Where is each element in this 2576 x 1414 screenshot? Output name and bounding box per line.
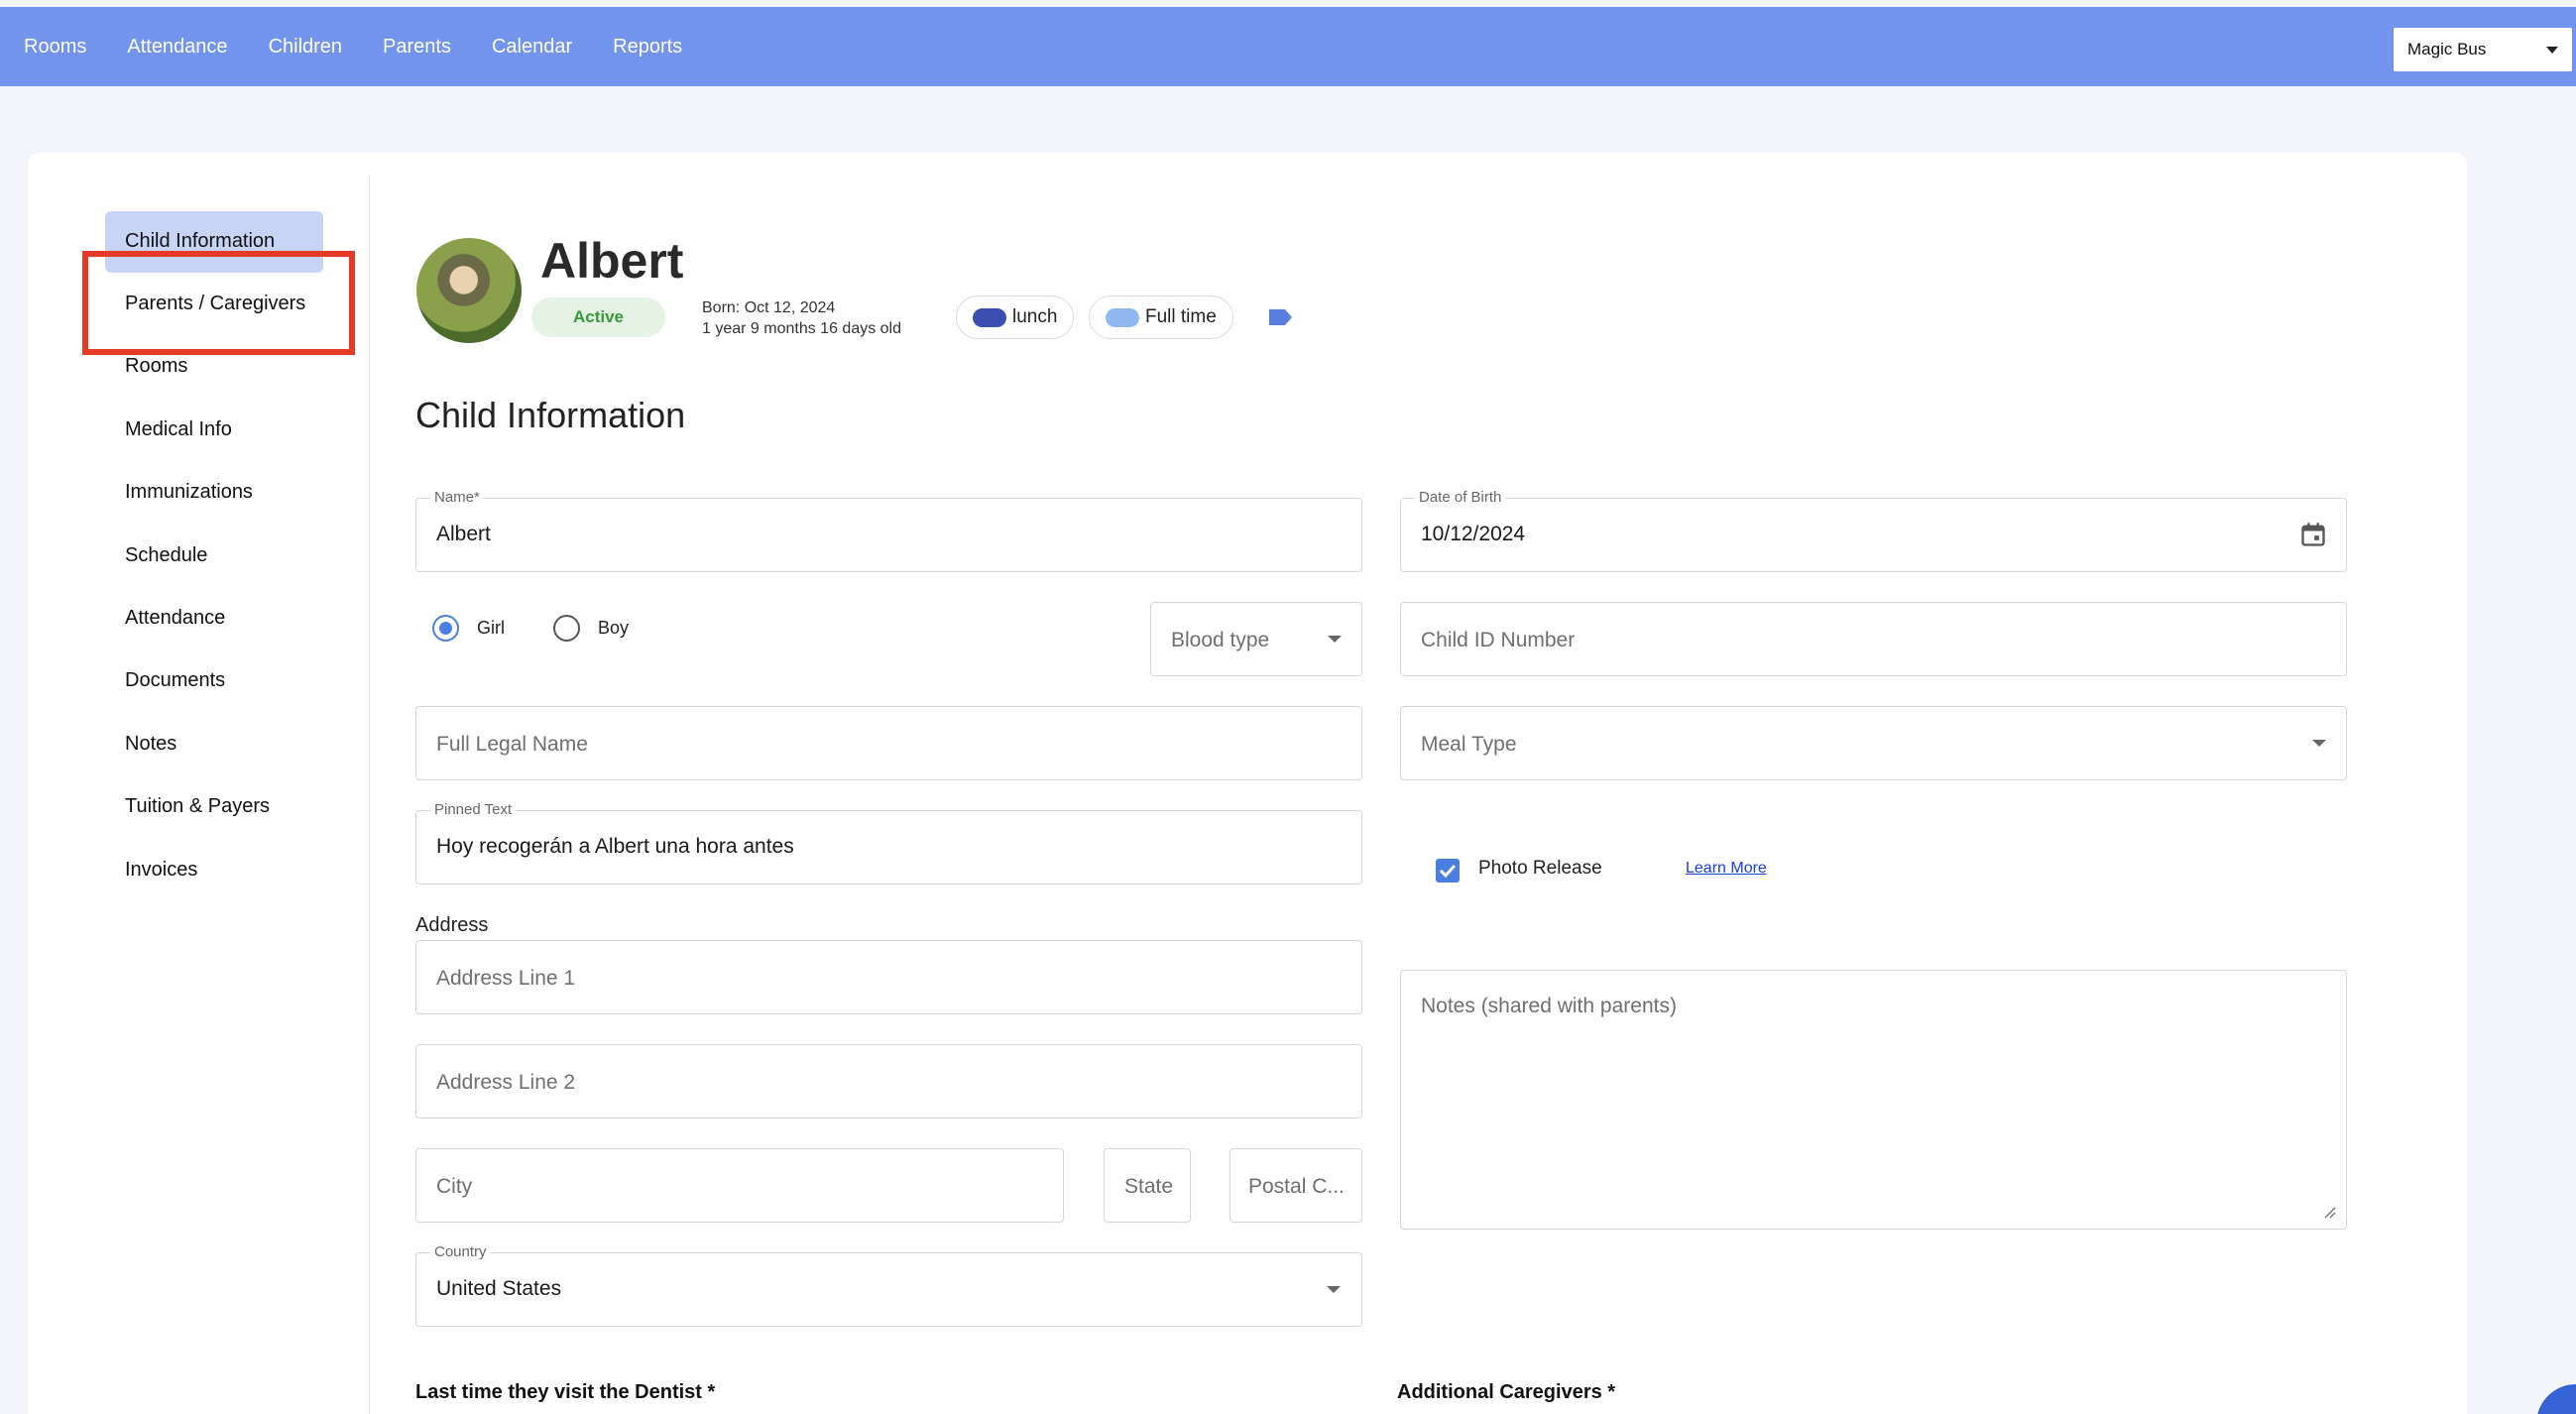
photo-release-label: Photo Release [1478, 858, 1602, 879]
country-label: Country [430, 1243, 491, 1260]
tag-color-dot [973, 307, 1006, 327]
pinned-text-field[interactable]: Pinned Text Hoy recogerán a Albert una h… [415, 801, 1362, 884]
resize-handle-icon[interactable] [2320, 1203, 2336, 1219]
child-id-field[interactable]: Child ID Number [1400, 602, 2347, 676]
sidebar-item-rooms[interactable]: Rooms [125, 355, 187, 378]
gender-radio-boy[interactable] [553, 615, 580, 642]
meal-type-placeholder: Meal Type [1421, 733, 1517, 756]
nav-attendance[interactable]: Attendance [127, 36, 227, 59]
organization-select-value: Magic Bus [2407, 40, 2487, 59]
chevron-down-icon [2312, 740, 2326, 747]
sidebar-item-immunizations[interactable]: Immunizations [125, 481, 253, 504]
child-id-placeholder: Child ID Number [1421, 629, 1576, 651]
status-badge: Active [531, 297, 665, 337]
calendar-icon[interactable] [2299, 521, 2327, 548]
gender-radio-girl[interactable] [432, 615, 459, 642]
notes-placeholder: Notes (shared with parents) [1421, 995, 1677, 1017]
sidebar-divider [369, 177, 370, 1414]
full-legal-name-field[interactable]: Full Legal Name [415, 706, 1362, 780]
date-of-birth-label: Date of Birth [1415, 489, 1506, 506]
address-line1-placeholder: Address Line 1 [436, 967, 576, 990]
nav-rooms[interactable]: Rooms [24, 36, 86, 59]
tag-label: lunch [1012, 306, 1058, 327]
chevron-down-icon [1328, 636, 1342, 643]
learn-more-link[interactable]: Learn More [1686, 860, 1767, 878]
state-placeholder: State [1124, 1175, 1174, 1198]
photo-release-checkbox[interactable] [1436, 859, 1460, 883]
label-icon[interactable] [1267, 308, 1293, 326]
date-of-birth-field[interactable]: Date of Birth 10/12/2024 [1400, 489, 2347, 572]
sidebar-item-documents[interactable]: Documents [125, 669, 225, 692]
name-field[interactable]: Name* Albert [415, 489, 1362, 572]
notes-textarea[interactable]: Notes (shared with parents) [1400, 970, 2347, 1230]
blood-type-placeholder: Blood type [1171, 629, 1270, 651]
avatar [416, 238, 522, 343]
section-title: Child Information [415, 395, 686, 435]
chat-launcher-button[interactable] [2536, 1384, 2576, 1414]
sidebar-item-notes[interactable]: Notes [125, 733, 176, 756]
child-age: 1 year 9 months 16 days old [702, 320, 902, 337]
chevron-down-icon [1327, 1286, 1341, 1293]
address-line1-field[interactable]: Address Line 1 [415, 940, 1362, 1014]
highlight-annotation-box [82, 251, 355, 355]
country-value: United States [436, 1277, 562, 1300]
full-legal-name-placeholder: Full Legal Name [436, 733, 588, 756]
sidebar-item-child-information[interactable]: Child Information [125, 230, 275, 253]
address-heading: Address [415, 914, 489, 936]
top-navbar: Rooms Attendance Children Parents Calend… [0, 7, 2576, 86]
name-field-value: Albert [436, 523, 491, 545]
tag-lunch[interactable]: lunch [956, 295, 1075, 339]
nav-children[interactable]: Children [269, 36, 342, 59]
postal-code-placeholder: Postal C... [1248, 1175, 1345, 1198]
nav-parents[interactable]: Parents [383, 36, 451, 59]
nav-reports[interactable]: Reports [613, 36, 682, 59]
state-field[interactable]: State [1104, 1148, 1191, 1223]
organization-select[interactable]: Magic Bus [2394, 28, 2572, 71]
sidebar-item-tuition-payers[interactable]: Tuition & Payers [125, 795, 270, 818]
city-field[interactable]: City [415, 1148, 1064, 1223]
address-line2-placeholder: Address Line 2 [436, 1071, 576, 1094]
sidebar-item-medical-info[interactable]: Medical Info [125, 418, 232, 441]
child-name: Albert [540, 233, 684, 289]
city-placeholder: City [436, 1175, 473, 1198]
meal-type-select[interactable]: Meal Type [1400, 706, 2347, 780]
tag-label: Full time [1145, 306, 1217, 327]
sidebar-item-schedule[interactable]: Schedule [125, 544, 207, 567]
sidebar-item-invoices[interactable]: Invoices [125, 859, 197, 882]
birth-date: Born: Oct 12, 2024 [702, 299, 836, 316]
sidebar-item-attendance[interactable]: Attendance [125, 607, 225, 630]
postal-code-field[interactable]: Postal C... [1229, 1148, 1362, 1223]
tag-color-dot [1106, 307, 1139, 327]
country-select[interactable]: Country United States [415, 1243, 1362, 1327]
gender-radio-girl-label: Girl [477, 618, 505, 638]
date-of-birth-value: 10/12/2024 [1421, 523, 1526, 545]
birth-info: Born: Oct 12, 2024 1 year 9 months 16 da… [702, 297, 901, 339]
address-line2-field[interactable]: Address Line 2 [415, 1044, 1362, 1119]
pinned-text-label: Pinned Text [430, 801, 517, 818]
additional-caregivers-label: Additional Caregivers * [1397, 1381, 1616, 1403]
nav-calendar[interactable]: Calendar [492, 36, 572, 59]
name-field-label: Name* [430, 489, 484, 506]
blood-type-select[interactable]: Blood type [1150, 602, 1362, 676]
tag-full-time[interactable]: Full time [1089, 295, 1233, 339]
dentist-visit-label: Last time they visit the Dentist * [415, 1381, 716, 1403]
top-nav-menu: Rooms Attendance Children Parents Calend… [0, 7, 699, 86]
check-icon [1439, 864, 1457, 879]
chevron-down-icon [2546, 47, 2558, 54]
gender-radio-boy-label: Boy [598, 618, 630, 638]
pinned-text-value: Hoy recogerán a Albert una hora antes [436, 835, 794, 858]
